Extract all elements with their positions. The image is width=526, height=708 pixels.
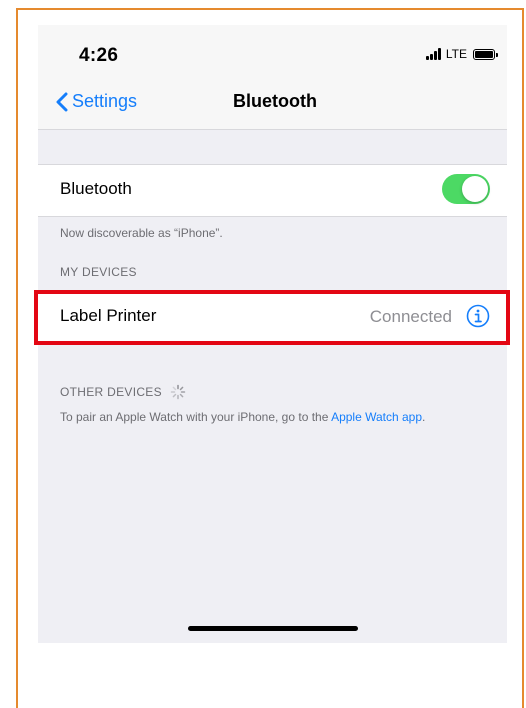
page-title: Bluetooth xyxy=(233,91,317,111)
other-devices-header: OTHER DEVICES xyxy=(60,384,186,400)
network-type: LTE xyxy=(445,47,467,61)
home-indicator[interactable] xyxy=(188,626,358,631)
toggle-knob xyxy=(462,176,488,202)
highlight-box xyxy=(34,290,510,345)
other-devices-label: OTHER DEVICES xyxy=(60,385,162,399)
discoverable-text: Now discoverable as “iPhone”. xyxy=(60,226,223,240)
bluetooth-toggle[interactable] xyxy=(442,174,490,204)
bluetooth-row: Bluetooth xyxy=(38,164,507,217)
apple-watch-app-link[interactable]: Apple Watch app xyxy=(331,410,422,424)
signal-icon xyxy=(425,48,441,60)
pair-suffix: . xyxy=(422,410,426,424)
status-indicators: LTE xyxy=(425,47,498,61)
navigation-header: 4:26 LTE Settings Bluetooth xyxy=(38,25,507,130)
status-time: 4:26 xyxy=(79,45,119,66)
pair-text: To pair an Apple Watch with your iPhone,… xyxy=(60,410,332,424)
bluetooth-label: Bluetooth xyxy=(60,179,132,198)
my-devices-header: MY DEVICES xyxy=(60,265,137,279)
loading-spinner-icon xyxy=(170,384,186,400)
pair-apple-watch-text: To pair an Apple Watch with your iPhone,… xyxy=(60,409,490,426)
battery-icon xyxy=(473,48,498,60)
